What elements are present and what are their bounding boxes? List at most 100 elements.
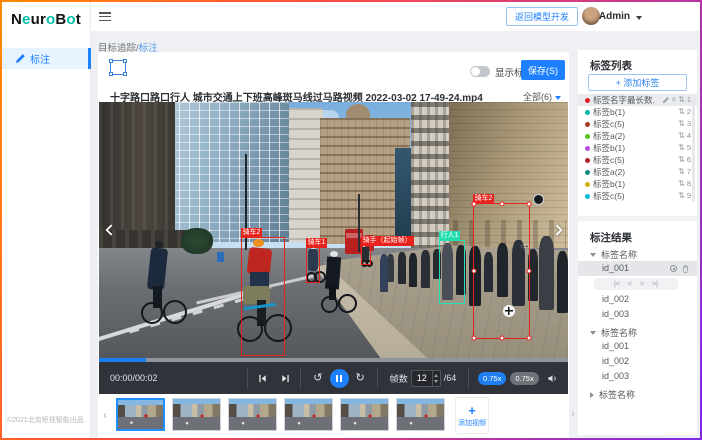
resize-handle[interactable]: [499, 336, 504, 341]
scrollbar[interactable]: [692, 94, 695, 202]
locate-icon[interactable]: [670, 265, 677, 272]
tree-item[interactable]: id_003: [578, 307, 697, 322]
record-indicator-icon[interactable]: [533, 194, 544, 205]
volume-icon[interactable]: [547, 373, 558, 384]
tree-item[interactable]: id_002: [578, 292, 697, 307]
label-item[interactable]: 标签c(5)⇅6: [578, 154, 697, 166]
sort-icon[interactable]: ⇅: [678, 144, 685, 152]
label-item[interactable]: 标签b(1)⇅5: [578, 142, 697, 154]
filmstrip-next-icon[interactable]: ›: [571, 406, 575, 420]
bounding-box-selected[interactable]: 骑车2: [473, 203, 530, 339]
rewind-10-icon[interactable]: ↺: [313, 373, 322, 384]
speed-pill-active[interactable]: 0.75x: [478, 372, 506, 385]
avatar[interactable]: [582, 7, 600, 25]
video-canvas[interactable]: 骑车2骑车1骑手（起始帧）行人1骑车2 ↔: [99, 102, 568, 358]
label-item[interactable]: 标签b(1)⇅8: [578, 178, 697, 190]
user-name[interactable]: Admin: [599, 11, 630, 22]
label-index: 4: [687, 132, 691, 140]
sort-icon[interactable]: ⇅: [678, 180, 685, 188]
edit-icon[interactable]: [662, 97, 669, 104]
resize-handle[interactable]: [499, 202, 504, 207]
back-to-model-dev-button[interactable]: 返回模型开发: [506, 7, 578, 26]
sort-icon[interactable]: ⇅: [678, 108, 685, 116]
sort-icon[interactable]: ⇅: [678, 120, 685, 128]
video-thumbnail[interactable]: [116, 398, 165, 431]
tree-group[interactable]: 标签名称: [578, 248, 697, 261]
save-button[interactable]: 保存(S): [521, 60, 565, 80]
sort-icon[interactable]: ⇅: [678, 192, 685, 200]
label-item[interactable]: 标签a(2)⇅7: [578, 166, 697, 178]
step-prev-icon[interactable]: [257, 373, 268, 384]
frame-stepper[interactable]: [432, 371, 440, 386]
tree-item[interactable]: id_001: [578, 339, 697, 354]
resize-handle[interactable]: [472, 269, 477, 274]
label-list-title: 标签列表: [590, 58, 632, 73]
annotation-workspace-card: 显示标注 保存(S) 十字路口路口行人 城市交通上下班高峰斑马线过马路视频 20…: [98, 52, 569, 438]
user-menu-caret-icon[interactable]: [636, 16, 642, 20]
label-item[interactable]: 标签c(5)⇅9: [578, 190, 697, 202]
resize-handle[interactable]: [527, 202, 532, 207]
label-index: 5: [687, 144, 691, 152]
sort-icon[interactable]: ⇅: [678, 168, 685, 176]
bounding-box[interactable]: 骑手（起始帧）: [361, 245, 371, 265]
bounding-box[interactable]: 骑车1: [306, 247, 320, 283]
delete-icon[interactable]: ×: [671, 96, 676, 104]
video-thumbnail[interactable]: [396, 398, 445, 431]
pagination-arrow[interactable]: >: [640, 281, 644, 288]
resize-handle[interactable]: [472, 202, 477, 207]
add-label-button[interactable]: + 添加标签: [588, 74, 687, 91]
tree-group[interactable]: 标签名称: [578, 388, 697, 401]
crosshair-cursor-icon: [503, 305, 515, 317]
annotation-results-title: 标注结果: [590, 230, 632, 245]
tree-item[interactable]: id_002: [578, 354, 697, 369]
tree-item[interactable]: id_003: [578, 369, 697, 384]
pagination-arrow[interactable]: <: [628, 281, 632, 288]
tree-group[interactable]: 标签名称: [578, 326, 697, 339]
speed-pill[interactable]: 0.75x: [510, 372, 538, 385]
label-item[interactable]: 标签名字最长数...×⇅1: [578, 94, 697, 106]
bounding-box[interactable]: 行人1: [439, 240, 465, 304]
rect-select-tool-icon[interactable]: [110, 60, 126, 75]
tree-item[interactable]: id_001: [578, 261, 697, 276]
step-next-icon[interactable]: [280, 373, 291, 384]
resize-handle[interactable]: [472, 336, 477, 341]
label-item[interactable]: 标签c(5)⇅3: [578, 118, 697, 130]
add-video-button[interactable]: + 添加视频: [455, 397, 489, 434]
label-name: 标签c(5): [593, 190, 655, 202]
caret-down-icon[interactable]: [590, 331, 596, 335]
pagination-arrow[interactable]: >|: [652, 281, 658, 288]
filmstrip-prev-icon[interactable]: ‹: [103, 408, 107, 422]
bounding-box[interactable]: 骑车2: [241, 237, 285, 356]
annotation-results-tree: 标签名称id_001|<<>>|id_002id_003标签名称id_001id…: [578, 248, 697, 405]
video-thumbnail[interactable]: [172, 398, 221, 431]
label-item[interactable]: 标签b(1)⇅2: [578, 106, 697, 118]
video-thumbnail[interactable]: [340, 398, 389, 431]
video-thumbnail[interactable]: [284, 398, 333, 431]
video-thumbnail[interactable]: [228, 398, 277, 431]
sort-icon[interactable]: ⇅: [678, 132, 685, 140]
sidebar-item-annotate[interactable]: 标注: [2, 48, 91, 69]
caret-right-icon[interactable]: [590, 392, 594, 398]
annotation-layer: 骑车2 骑车1 骑手（起始帧） 行人1 骑车2: [99, 102, 568, 358]
resize-handle[interactable]: [527, 336, 532, 341]
sort-icon[interactable]: ⇅: [678, 96, 685, 104]
frame-number-input[interactable]: 12: [411, 370, 441, 387]
label-color-dot: [585, 122, 590, 127]
app-logo: NeuroBot: [11, 11, 81, 28]
label-item[interactable]: 标签a(2)⇅4: [578, 130, 697, 142]
player-controls: 00:00/00:02 ↺ ↻ 帧数 12 /64: [99, 362, 568, 394]
trash-icon[interactable]: [682, 265, 689, 273]
tree-pagination: |< < > >|: [594, 278, 678, 290]
menu-collapse-icon[interactable]: [99, 12, 111, 21]
pause-button[interactable]: [330, 369, 349, 388]
sort-icon[interactable]: ⇅: [678, 156, 685, 164]
app-frame: NeuroBot 标注 ©2021北京矩视智能出品 返回模型开发 Admin 目…: [0, 0, 702, 440]
pagination-arrow[interactable]: |<: [614, 281, 620, 288]
caret-down-icon[interactable]: [590, 253, 596, 257]
resize-handle[interactable]: [527, 269, 532, 274]
forward-10-icon[interactable]: ↻: [356, 373, 365, 384]
label-list: 标签名字最长数...×⇅1标签b(1)⇅2标签c(5)⇅3标签a(2)⇅4标签b…: [578, 94, 697, 202]
filmstrip: ‹ + 添加视频: [98, 394, 569, 438]
label-index: 2: [687, 108, 691, 116]
show-annotation-toggle[interactable]: [470, 66, 490, 77]
